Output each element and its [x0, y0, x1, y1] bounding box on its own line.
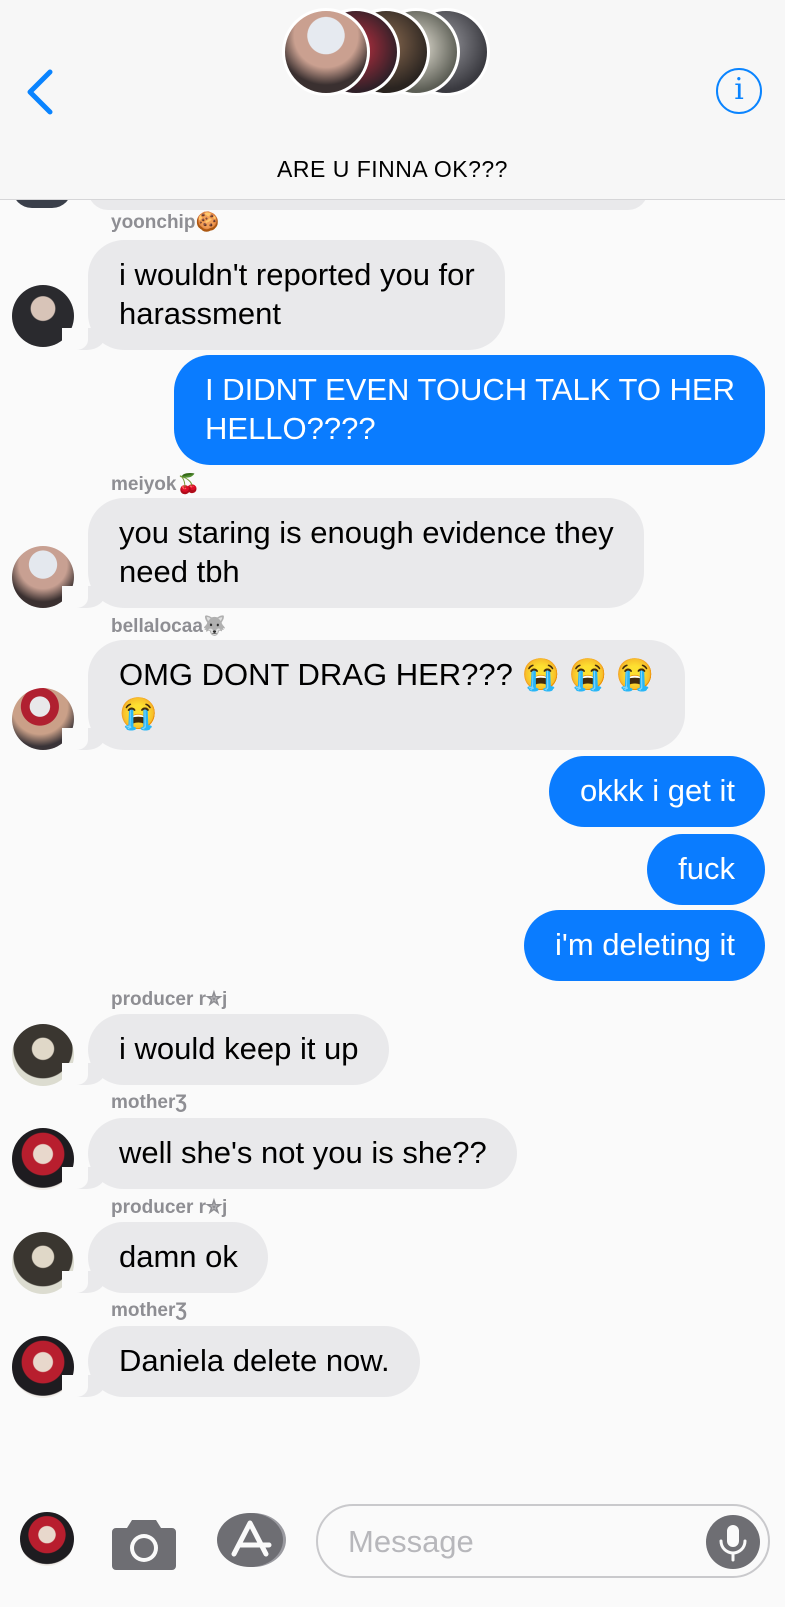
message-text: well she's not you is she??: [119, 1135, 487, 1170]
conversation-header: i ARE U FINNA OK???: [0, 0, 785, 200]
message-bubble-outgoing[interactable]: I DIDNT EVEN TOUCH TALK TO HER HELLO????: [174, 355, 765, 465]
message-bubble-outgoing[interactable]: okkk i get it: [548, 756, 765, 827]
conversation-title[interactable]: ARE U FINNA OK???: [0, 156, 785, 183]
message-text: damn ok: [119, 1239, 238, 1274]
info-button[interactable]: i: [716, 68, 762, 114]
message-bubble-incoming[interactable]: i would keep it up: [62, 1014, 389, 1085]
back-button[interactable]: [22, 62, 62, 122]
sender-name: motherƷ: [111, 1092, 187, 1113]
message-bubble-incoming[interactable]: i wouldn't reported you for harassment: [62, 240, 505, 350]
message-text: Daniela delete now.: [119, 1343, 390, 1378]
sender-name: meiyok🍒: [111, 474, 201, 495]
message-bubble-outgoing[interactable]: i'm deleting it: [524, 910, 765, 981]
message-text: need tbh: [119, 554, 240, 589]
message-bubble-incoming[interactable]: damn ok: [62, 1222, 268, 1293]
message-bubble-incoming[interactable]: Daniela delete now.: [62, 1326, 420, 1397]
message-input[interactable]: [348, 1522, 678, 1562]
camera-button[interactable]: [110, 1516, 178, 1577]
message-text: harassment: [119, 296, 281, 331]
sender-name: producer r✮j: [111, 989, 228, 1010]
microphone-icon: [719, 1525, 747, 1562]
message-bubble-incoming[interactable]: well she's not you is she??: [62, 1118, 517, 1189]
message-text: i'm deleting it: [555, 927, 735, 962]
message-text: HELLO????: [205, 411, 376, 446]
message-text: 😭: [119, 696, 158, 731]
message-bubble-incoming[interactable]: you staring is enough evidence they need…: [62, 498, 644, 608]
message-bubble-outgoing[interactable]: fuck: [647, 834, 765, 905]
sender-name: bellalocaa🐺: [111, 616, 227, 637]
message-text: i wouldn't reported you for: [119, 257, 475, 292]
sender-name: yoonchip🍪: [111, 212, 220, 233]
my-avatar[interactable]: [20, 1512, 74, 1566]
message-bubble-incoming[interactable]: OMG DONT DRAG HER??? 😭 😭 😭 😭: [62, 640, 685, 750]
message-text: fuck: [678, 851, 735, 886]
sender-name: motherƷ: [111, 1300, 187, 1321]
message-text: okkk i get it: [579, 773, 735, 808]
microphone-button[interactable]: [706, 1515, 760, 1569]
message-text: i would keep it up: [119, 1031, 359, 1066]
message-text: I DIDNT EVEN TOUCH TALK TO HER: [205, 372, 735, 407]
group-avatar-stack[interactable]: [282, 8, 508, 98]
sender-name: producer r✮j: [111, 1197, 228, 1218]
chevron-left-icon: [27, 69, 53, 115]
message-field[interactable]: [316, 1504, 770, 1578]
app-store-button[interactable]: [217, 1512, 287, 1568]
message-text: OMG DONT DRAG HER??? 😭 😭 😭: [119, 657, 655, 692]
avatar: [282, 8, 370, 96]
message-text: you staring is enough evidence they: [119, 515, 614, 550]
info-icon: i: [734, 72, 744, 107]
camera-icon: [112, 1520, 176, 1570]
app-store-icon: [217, 1513, 286, 1567]
